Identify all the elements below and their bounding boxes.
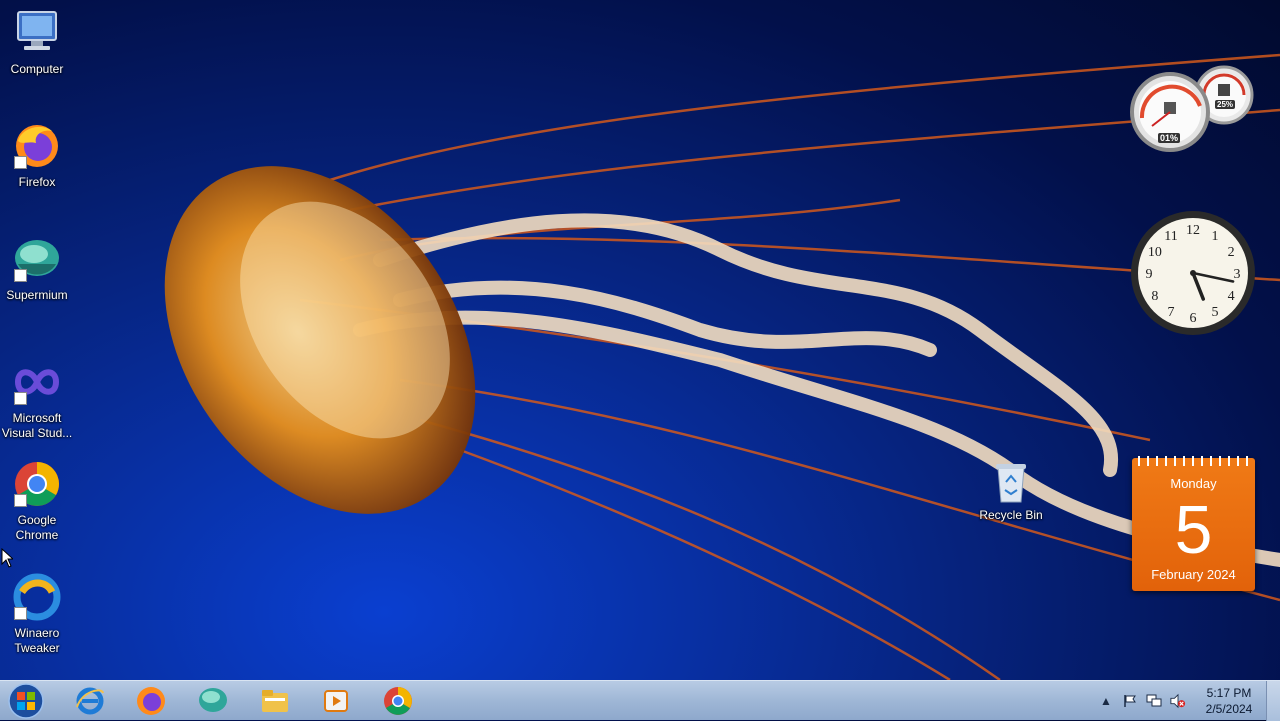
taskbar-internet-explorer[interactable] (64, 683, 116, 719)
taskbar-media-player[interactable] (310, 683, 362, 719)
clock-numeral: 5 (1212, 305, 1219, 320)
desktop-icon-label: Google Chrome (15, 513, 59, 542)
desktop-icon-firefox[interactable]: Firefox (0, 121, 74, 190)
network-icon[interactable] (1146, 693, 1162, 709)
desktop-icon-winaero-tweaker[interactable]: Winaero Tweaker (0, 572, 74, 656)
desktop[interactable]: Computer Firefox Supermium Microsoft Vis… (0, 0, 1280, 680)
calendar-binding-rings (1138, 456, 1249, 466)
action-center-flag-icon[interactable] (1122, 693, 1138, 709)
desktop-icon-visual-studio[interactable]: Microsoft Visual Stud... (0, 357, 74, 441)
taskbar-supermium[interactable] (187, 683, 239, 719)
calendar-day-number: 5 (1174, 492, 1213, 568)
desktop-icon-label: Firefox (18, 175, 56, 189)
wallpaper (164, 53, 1280, 680)
desktop-icon-label: Computer (10, 62, 64, 76)
calendar-gadget[interactable]: Monday 5 February 2024 (1132, 456, 1255, 591)
desktop-icon-label: Recycle Bin (979, 508, 1043, 522)
chrome-icon (12, 459, 62, 509)
mouse-cursor-icon (1, 548, 13, 568)
clock-numeral: 2 (1228, 245, 1235, 260)
taskbar-date: 2/5/2024 (1205, 702, 1253, 716)
desktop-icon-computer[interactable]: Computer (0, 8, 74, 77)
clock-numeral: 7 (1168, 305, 1175, 320)
taskbar-clock[interactable]: 5:17 PM 2/5/2024 (1196, 685, 1262, 717)
firefox-icon (137, 687, 165, 715)
taskbar-file-explorer[interactable] (249, 683, 301, 719)
desktop-icon-label: Microsoft Visual Stud... (1, 411, 73, 440)
taskbar: ▲ 5:17 PM 2/5/2024 (0, 680, 1280, 721)
windows-orb-icon (8, 683, 44, 719)
clock-numeral: 9 (1146, 267, 1153, 282)
internet-explorer-icon (76, 687, 104, 715)
chrome-icon (384, 687, 412, 715)
show-desktop-button[interactable] (1266, 681, 1280, 721)
visual-studio-icon (12, 357, 62, 407)
clock-gadget[interactable]: 12 1 2 3 4 5 6 7 8 9 10 11 (1130, 210, 1256, 336)
calendar-weekday: Monday (1170, 476, 1217, 491)
cpu-usage-readout: 01% (1158, 133, 1181, 143)
memory-usage-readout: 25% (1215, 100, 1236, 109)
supermium-icon (12, 234, 62, 284)
calendar-month-year: February 2024 (1151, 567, 1236, 582)
volume-muted-icon[interactable] (1170, 693, 1186, 709)
computer-icon (12, 8, 62, 58)
clock-numeral: 12 (1186, 223, 1200, 238)
winaero-tweaker-icon (12, 572, 62, 622)
desktop-icon-chrome[interactable]: Google Chrome (0, 459, 74, 543)
show-hidden-icons-chevron-icon[interactable]: ▲ (1098, 693, 1114, 709)
cpu-meter-gadget[interactable]: 01% 25% (1130, 62, 1256, 156)
clock-numeral: 10 (1148, 245, 1162, 260)
clock-numeral: 11 (1164, 229, 1177, 244)
firefox-icon (12, 121, 62, 171)
clock-numeral: 6 (1190, 311, 1197, 326)
desktop-icon-recycle-bin[interactable]: Recycle Bin (974, 460, 1048, 523)
desktop-icon-label: Winaero Tweaker (14, 626, 60, 655)
start-button[interactable] (4, 682, 48, 720)
taskbar-firefox[interactable] (125, 683, 177, 719)
clock-numeral: 1 (1212, 229, 1219, 244)
clock-numeral: 3 (1234, 267, 1241, 282)
media-player-icon (324, 690, 348, 712)
clock-numeral: 8 (1151, 289, 1158, 304)
taskbar-time: 5:17 PM (1206, 686, 1252, 700)
file-explorer-icon (262, 690, 288, 712)
desktop-icon-label: Supermium (6, 288, 68, 302)
recycle-bin-icon (991, 460, 1031, 504)
supermium-icon (199, 688, 227, 712)
clock-numeral: 4 (1228, 289, 1235, 304)
taskbar-chrome[interactable] (372, 683, 424, 719)
desktop-icon-supermium[interactable]: Supermium (0, 234, 74, 303)
